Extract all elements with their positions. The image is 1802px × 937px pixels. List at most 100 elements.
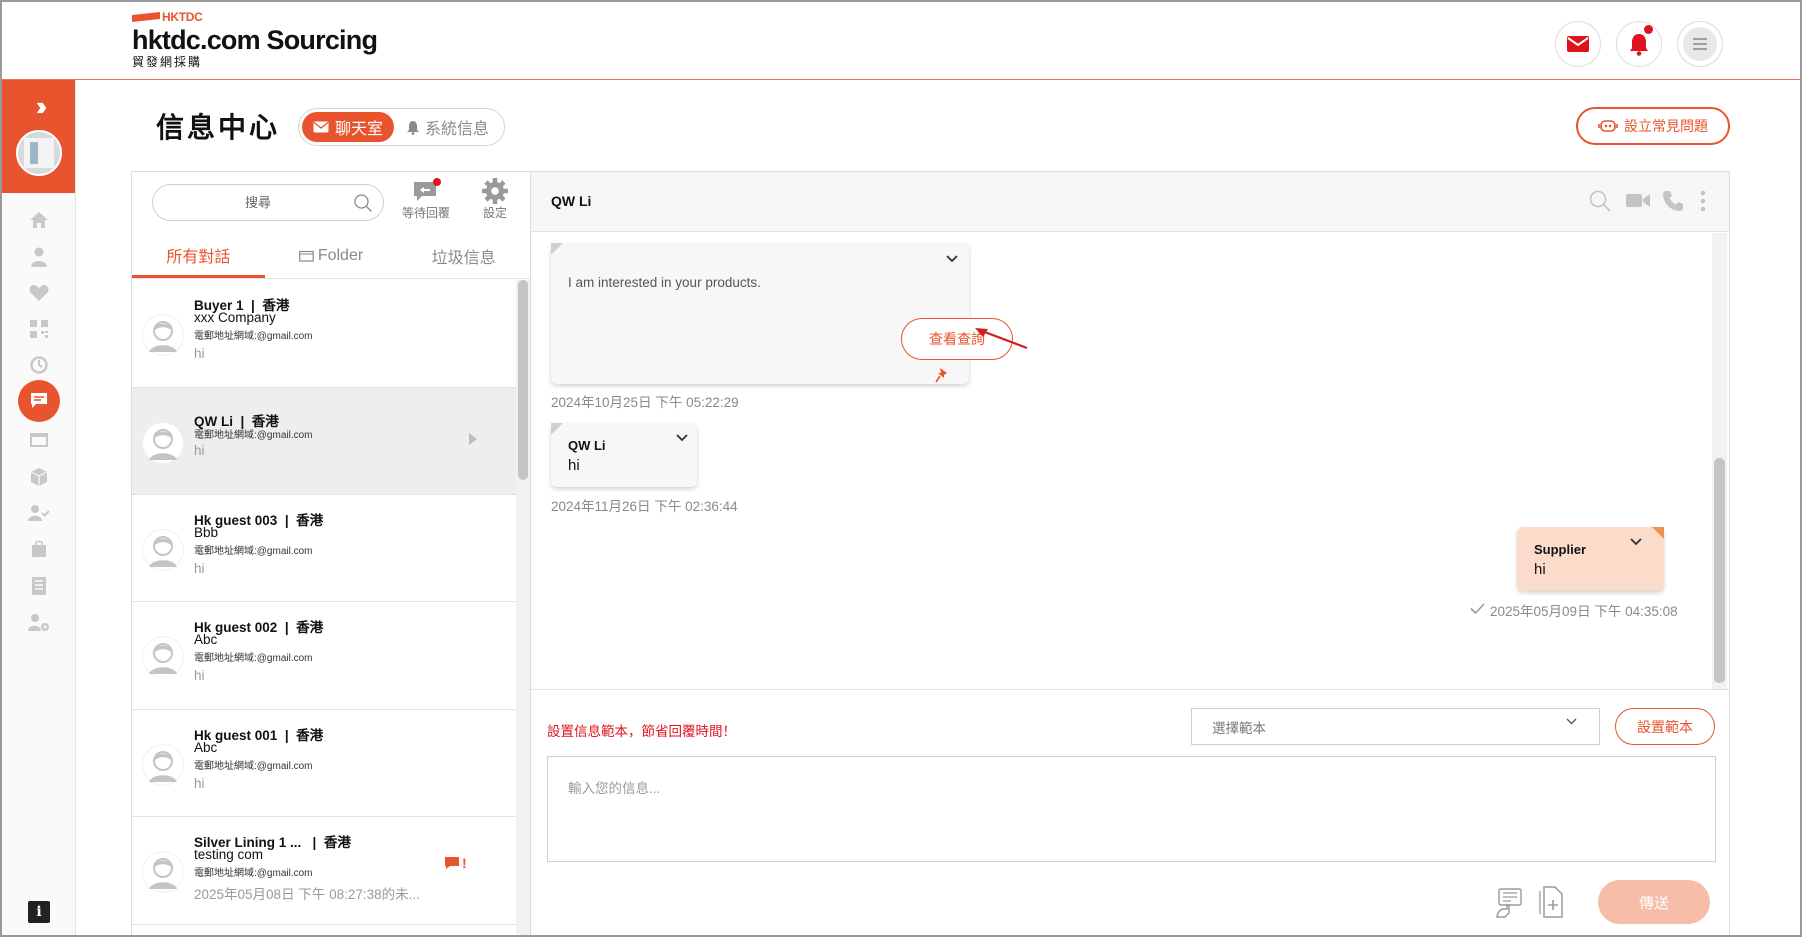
conversation-tabs: 所有對話 Folder 垃圾信息 <box>132 234 530 279</box>
heart-icon <box>29 285 49 301</box>
setup-faq-button[interactable]: 設立常見問題 <box>1576 107 1730 145</box>
tab-spam[interactable]: 垃圾信息 <box>397 234 530 278</box>
chat-bubble-icon <box>445 857 459 869</box>
nav-account-settings[interactable] <box>2 603 76 643</box>
default-avatar-icon <box>143 852 183 892</box>
chat-panel: QW Li I am interested in your products. … <box>531 171 1730 935</box>
hamburger-icon <box>1693 38 1707 50</box>
scrollbar-thumb[interactable] <box>1714 458 1725 683</box>
chevron-down-icon[interactable] <box>676 434 688 442</box>
hktdc-logo[interactable]: HKTDC hktdc.com Sourcing 貿發網採購 <box>132 10 378 70</box>
conversation-email: 電郵地址網域:@gmail.com <box>194 331 313 342</box>
avatar <box>142 528 184 571</box>
tab-chatroom-label: 聊天室 <box>335 121 384 138</box>
add-file-icon[interactable] <box>1538 886 1564 918</box>
page-title: 信息中心 <box>156 112 281 143</box>
send-button[interactable]: 傳送 <box>1598 880 1710 924</box>
nav-products[interactable] <box>2 457 76 497</box>
avatar <box>142 421 184 464</box>
more-options-icon[interactable] <box>1700 190 1706 212</box>
conversation-scrollbar[interactable] <box>516 280 530 935</box>
template-hint: 設置信息範本，節省回覆時間！ <box>547 724 736 739</box>
received-message: QW Li hi <box>551 423 697 487</box>
brand-subtitle: 貿發網採購 <box>132 55 203 69</box>
video-call-icon[interactable] <box>1625 192 1651 209</box>
unread-mark: ! <box>462 855 467 871</box>
info-button[interactable]: i <box>28 901 50 923</box>
pending-reply-icon <box>414 178 441 201</box>
conversation-preview: hi <box>194 775 205 791</box>
folder-icon <box>298 250 314 262</box>
phone-icon[interactable] <box>1662 190 1684 212</box>
pending-reply-label: 等待回覆 <box>402 206 451 220</box>
tab-folder[interactable]: Folder <box>265 234 398 278</box>
faq-button-label: 設立常見問題 <box>1624 118 1708 134</box>
thread-scrollbar[interactable] <box>1712 233 1727 689</box>
default-avatar-icon <box>143 744 183 785</box>
nav-buyers[interactable] <box>2 493 76 533</box>
conversation-item-selected[interactable]: QW Li | 香港 電郵地址網域:@gmail.com hi <box>132 387 516 495</box>
message-sender: QW Li <box>568 438 606 453</box>
bell-icon <box>1630 34 1648 56</box>
nav-qr[interactable] <box>2 309 76 349</box>
default-avatar-icon <box>143 422 183 463</box>
package-icon <box>30 468 48 486</box>
brand-name: hktdc.com Sourcing <box>132 25 378 55</box>
top-header: HKTDC hktdc.com Sourcing 貿發網採購 <box>2 2 1800 80</box>
pending-reply-button[interactable]: 等待回覆 <box>402 178 450 221</box>
search-icon[interactable] <box>1589 190 1611 212</box>
conversation-preview: 2025年05月08日 下午 08:27:38的未... <box>194 887 420 902</box>
nav-home[interactable] <box>2 200 76 240</box>
conversation-item[interactable]: Hk guest 002 | 香港 Abc 電郵地址網域:@gmail.com … <box>132 602 516 710</box>
robot-icon <box>1598 120 1618 132</box>
annotation-arrow-icon <box>975 328 1028 350</box>
conversation-list: Buyer 1 | 香港 xxx Company 電郵地址網域:@gmail.c… <box>132 280 516 935</box>
chat-title: QW Li <box>551 193 592 209</box>
menu-button[interactable] <box>1677 21 1723 67</box>
avatar <box>142 851 184 893</box>
conversation-item[interactable]: Buyer 1 | 香港 xxx Company 電郵地址網域:@gmail.c… <box>132 280 516 388</box>
conversation-item[interactable]: Hk guest 001 | 香港 Abc 電郵地址網域:@gmail.com … <box>132 709 516 817</box>
tab-system-messages[interactable]: 系統信息 <box>394 112 501 142</box>
nav-favorites[interactable] <box>2 273 76 313</box>
form-template-icon[interactable] <box>1495 887 1523 919</box>
message-input[interactable]: 輸入您的信息... <box>547 756 1716 862</box>
bell-icon <box>407 120 420 135</box>
notification-button[interactable] <box>1616 21 1662 67</box>
conversation-search <box>152 184 384 221</box>
chat-icon <box>31 393 47 408</box>
profile-avatar[interactable] <box>15 130 62 176</box>
nav-history[interactable] <box>2 345 76 385</box>
message-composer: 設置信息範本，節省回覆時間！ 選擇範本 設置範本 輸入您的信息... 傳送 <box>531 689 1729 935</box>
mail-button[interactable] <box>1555 21 1601 67</box>
pin-icon[interactable] <box>935 367 949 383</box>
message-thread: I am interested in your products. 查看查詢 2… <box>531 233 1729 689</box>
conversation-region: 香港 <box>296 512 324 528</box>
nav-orders[interactable] <box>2 529 76 569</box>
tab-chatroom[interactable]: 聊天室 <box>302 112 395 142</box>
set-template-button[interactable]: 設置範本 <box>1615 708 1715 745</box>
qr-code-icon <box>30 320 48 338</box>
gear-icon <box>482 178 508 204</box>
conversation-item[interactable]: Hk guest 003 | 香港 Bbb 電郵地址網域:@gmail.com … <box>132 494 516 602</box>
default-avatar-icon <box>143 315 183 355</box>
expand-sidebar-icon[interactable]: ›› <box>36 93 48 119</box>
nav-list[interactable] <box>2 566 76 606</box>
template-select[interactable]: 選擇範本 <box>1191 708 1600 745</box>
conversation-preview: hi <box>194 668 205 683</box>
search-input[interactable] <box>163 185 353 220</box>
nav-profile[interactable] <box>2 237 76 277</box>
message-text: hi <box>568 457 580 474</box>
nav-browser[interactable] <box>2 420 76 460</box>
tab-all-conversations[interactable]: 所有對話 <box>132 234 265 278</box>
settings-button[interactable]: 設定 <box>482 178 508 221</box>
chevron-down-icon[interactable] <box>1630 538 1642 546</box>
nav-messages[interactable] <box>2 380 76 422</box>
scrollbar-thumb[interactable] <box>518 280 528 480</box>
chevron-down-icon[interactable] <box>946 255 958 263</box>
brand-small: HKTDC <box>162 10 203 24</box>
conversation-item[interactable]: Silver Lining 1 ... | 香港 testing com 電郵地… <box>132 817 516 925</box>
conversation-preview: hi <box>194 560 205 576</box>
conversation-email: 電郵地址網域:@gmail.com <box>194 429 313 441</box>
search-icon[interactable] <box>353 193 373 213</box>
